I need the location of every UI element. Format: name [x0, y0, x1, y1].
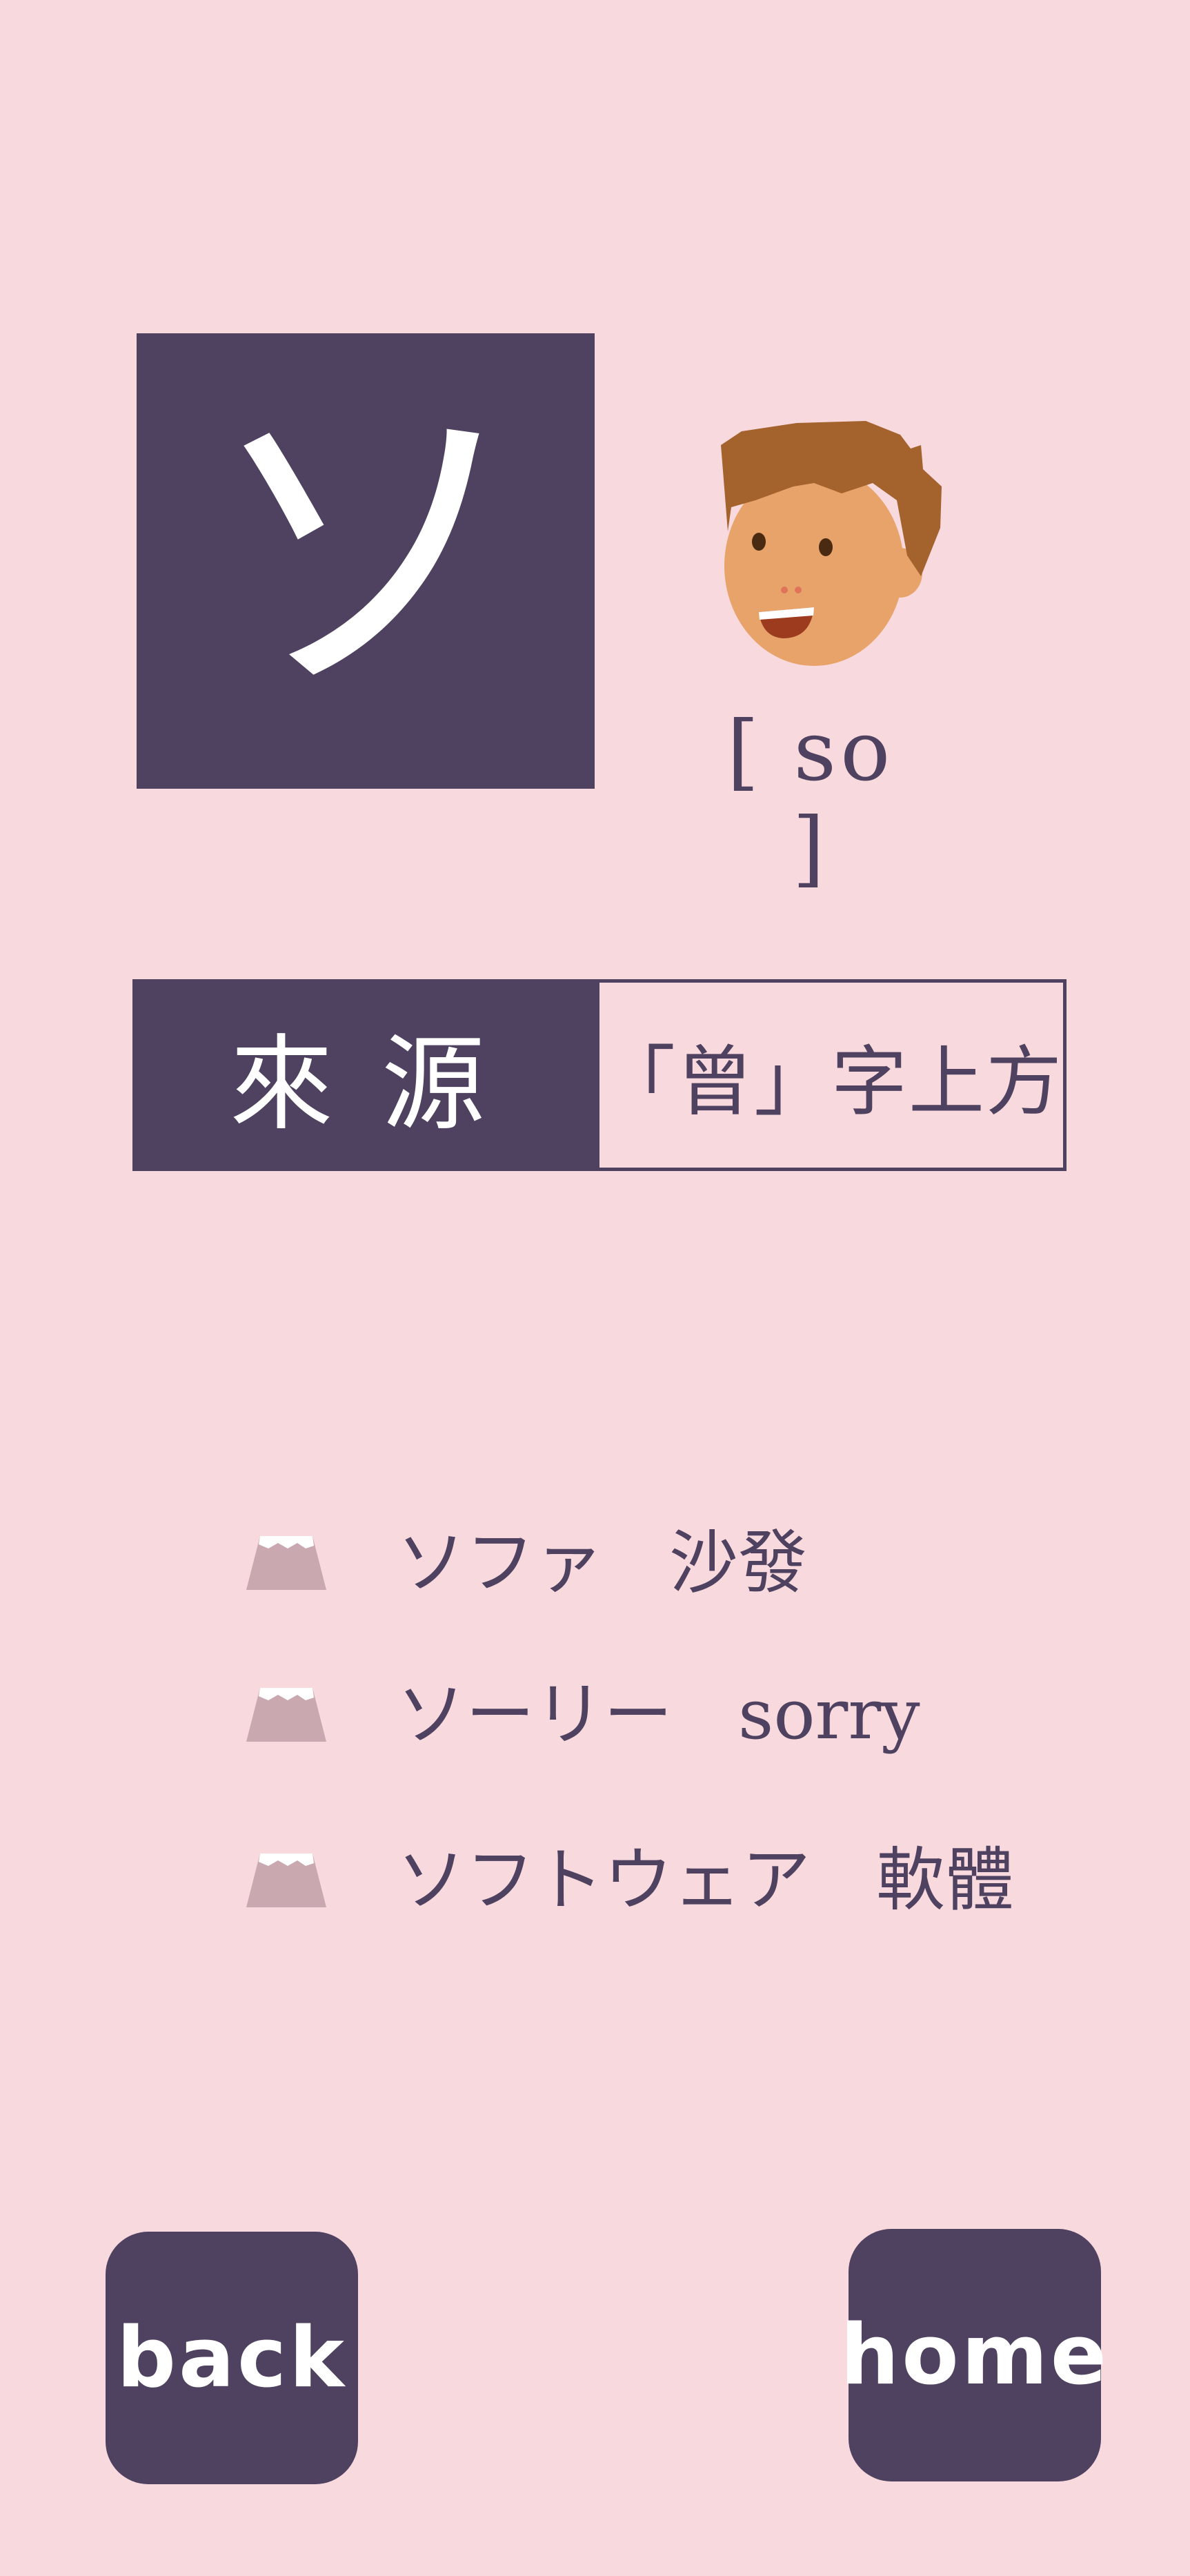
home-button[interactable]: home — [840, 2229, 1107, 2481]
speaker-avatar-icon[interactable] — [714, 417, 942, 673]
mount-fuji-icon — [246, 1536, 326, 1590]
vocab-item[interactable]: ソフトウェア 軟體 — [245, 1829, 1073, 1932]
origin-value: 「曾」字上方 — [599, 1038, 1063, 1126]
vocab-word: ソーリー — [397, 1674, 673, 1755]
kana-card: ソ — [137, 333, 595, 789]
vocab-item[interactable]: ソファ 沙發 — [245, 1511, 1073, 1615]
vocab-word: ソフトウェア — [397, 1840, 811, 1920]
origin-panel: 來源 「曾」字上方 — [132, 979, 1067, 1171]
vocab-item[interactable]: ソーリー sorry — [245, 1663, 1073, 1767]
romaji-label: [ so ] — [726, 704, 895, 896]
origin-label: 來源 — [136, 983, 599, 1168]
vocab-meaning: sorry — [738, 1674, 920, 1755]
back-button[interactable]: back — [106, 2232, 358, 2484]
vocab-meaning: 軟體 — [876, 1840, 1014, 1920]
kana-character: ソ — [204, 365, 528, 743]
vocab-meaning: 沙發 — [669, 1522, 807, 1603]
mount-fuji-icon — [246, 1688, 326, 1742]
mount-fuji-icon — [246, 1854, 326, 1907]
vocab-word: ソファ — [397, 1522, 604, 1603]
